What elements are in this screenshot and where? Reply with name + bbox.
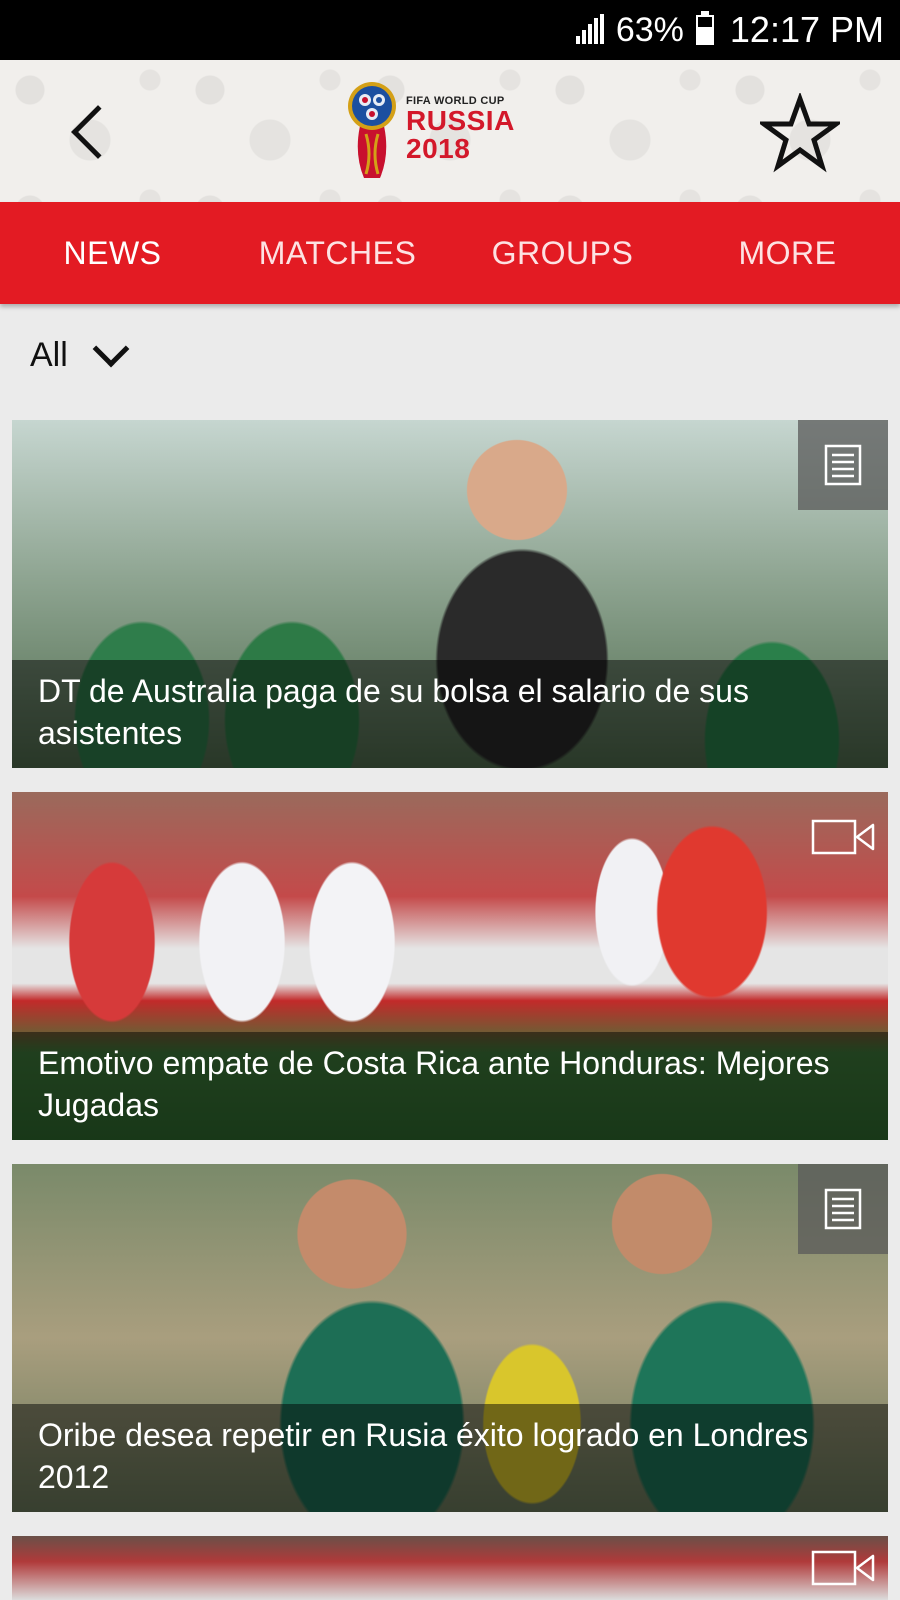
logo-title-russia: RUSSIA (406, 105, 515, 136)
video-badge (798, 792, 888, 882)
battery-percent: 63% (615, 11, 684, 49)
tab-more[interactable]: MORE (675, 202, 900, 304)
video-badge (798, 1536, 888, 1600)
world-cup-emblem-icon (348, 82, 396, 178)
chevron-down-icon (92, 330, 130, 368)
tab-bar: NEWS MATCHES GROUPS MORE (0, 202, 900, 304)
filter-selected-value: All (30, 335, 68, 374)
news-card[interactable]: Oribe desea repetir en Rusia éxito logra… (12, 1164, 888, 1512)
news-card-image (12, 1536, 888, 1600)
chevron-left-icon (71, 105, 125, 159)
video-camera-icon (811, 819, 875, 855)
battery-icon (695, 11, 714, 45)
star-outline-icon (760, 93, 840, 173)
favorite-button[interactable] (752, 88, 848, 178)
news-card[interactable]: Emotivo empate de Costa Rica ante Hondur… (12, 792, 888, 1140)
world-cup-logo: FIFA WORLD CUP RUSSIA 2018 (346, 74, 536, 184)
tab-groups[interactable]: GROUPS (450, 202, 675, 304)
status-bar: 63% 12:17 PM (0, 0, 900, 60)
article-badge (798, 420, 888, 510)
logo-text: FIFA WORLD CUP RUSSIA 2018 (406, 95, 515, 163)
news-card[interactable]: DT de Australia paga de su bolsa el sala… (12, 420, 888, 768)
signal-icon (575, 14, 606, 46)
news-card[interactable] (12, 1536, 888, 1600)
article-badge (798, 1164, 888, 1254)
news-card-title: DT de Australia paga de su bolsa el sala… (12, 660, 888, 768)
filter-dropdown[interactable]: All (30, 330, 130, 380)
tab-news[interactable]: NEWS (0, 202, 225, 304)
status-indicators: 63% 12:17 PM (575, 9, 884, 50)
article-icon (824, 1188, 862, 1230)
video-camera-icon (811, 1550, 875, 1586)
logo-title-year: 2018 (406, 133, 471, 164)
article-icon (824, 444, 862, 486)
back-button[interactable] (62, 94, 125, 170)
news-card-title: Oribe desea repetir en Rusia éxito logra… (12, 1404, 888, 1512)
clock: 12:17 PM (729, 9, 884, 50)
tab-matches[interactable]: MATCHES (225, 202, 450, 304)
app-header: FIFA WORLD CUP RUSSIA 2018 (0, 60, 900, 202)
news-card-title: Emotivo empate de Costa Rica ante Hondur… (12, 1032, 888, 1140)
